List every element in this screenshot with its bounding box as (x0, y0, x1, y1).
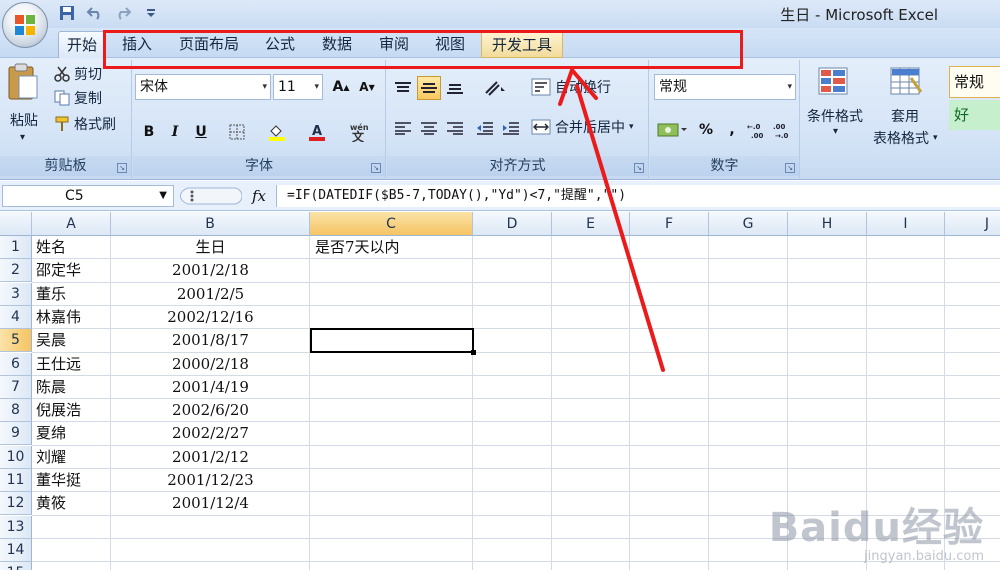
office-logo-icon (15, 15, 35, 35)
annotation-arrow-icon (558, 68, 665, 372)
office-button[interactable] (2, 2, 48, 48)
watermark-brand: Baidu经验 (768, 505, 984, 551)
watermark: Baidu经验 jingyan.baidu.com (769, 495, 984, 564)
